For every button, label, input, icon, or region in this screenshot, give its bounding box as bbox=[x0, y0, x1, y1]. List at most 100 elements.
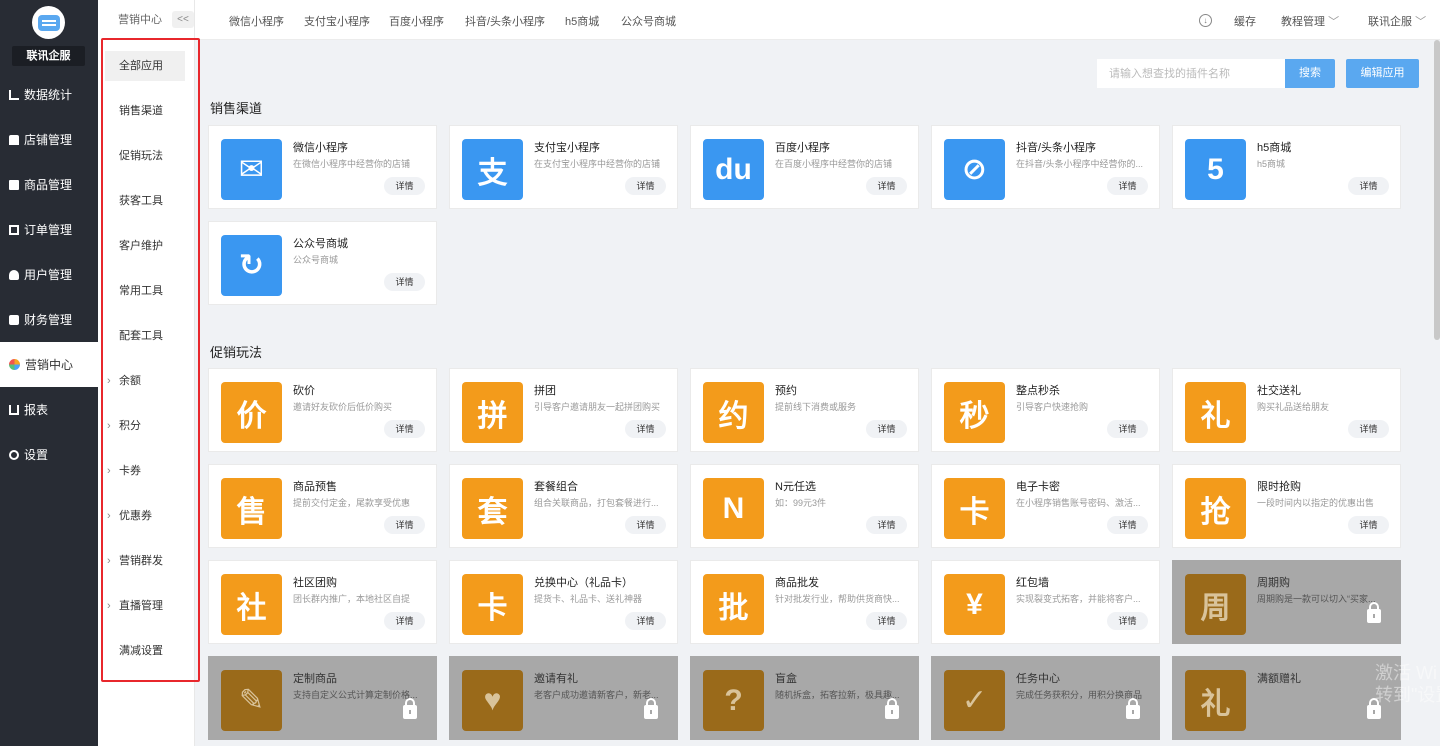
nav-item[interactable]: 店铺管理 bbox=[0, 117, 98, 162]
download-icon[interactable]: ↓ bbox=[1199, 14, 1212, 27]
channel-tab[interactable]: 百度小程序 bbox=[389, 13, 444, 29]
app-card[interactable]: ♥ 邀请有礼 老客户成功邀请新客户，新老... bbox=[449, 656, 678, 740]
detail-button[interactable]: 详情 bbox=[625, 516, 666, 534]
nav-item-label: 报表 bbox=[24, 403, 49, 417]
app-name: 支付宝小程序 bbox=[534, 142, 600, 154]
channel-tab[interactable]: h5商城 bbox=[565, 13, 599, 29]
app-icon: 礼 bbox=[1185, 382, 1246, 443]
detail-button[interactable]: 详情 bbox=[1348, 516, 1389, 534]
app-card[interactable]: 社 社区团购 团长群内推广，本地社区自提 详情 bbox=[208, 560, 437, 644]
detail-button[interactable]: 详情 bbox=[1348, 420, 1389, 438]
detail-button[interactable]: 详情 bbox=[866, 612, 907, 630]
app-name: 满额赠礼 bbox=[1257, 673, 1301, 685]
collapse-sidebar-button[interactable]: << bbox=[172, 11, 194, 28]
edit-apps-button[interactable]: 编辑应用 bbox=[1346, 59, 1419, 88]
app-card[interactable]: 批 商品批发 针对批发行业，帮助供货商快... 详情 bbox=[690, 560, 919, 644]
search-button[interactable]: 搜索 bbox=[1285, 59, 1335, 88]
submenu-item[interactable]: › 余额 bbox=[105, 366, 185, 411]
app-card[interactable]: ↻ 公众号商城 公众号商城 详情 bbox=[208, 221, 437, 305]
detail-button[interactable]: 详情 bbox=[866, 516, 907, 534]
detail-button[interactable]: 详情 bbox=[1107, 516, 1148, 534]
nav-item[interactable]: 营销中心 bbox=[0, 342, 98, 387]
submenu-item[interactable]: 全部应用 bbox=[105, 51, 185, 81]
account-menu[interactable]: 联讯企服 ﹀ bbox=[1368, 13, 1426, 29]
secondary-sidebar-title: 营销中心 bbox=[118, 14, 162, 26]
nav-item[interactable]: 报表 bbox=[0, 387, 98, 432]
app-card[interactable]: 5 h5商城 h5商城 详情 bbox=[1172, 125, 1401, 209]
app-card[interactable]: N N元任选 如：99元3件 详情 bbox=[690, 464, 919, 548]
detail-button[interactable]: 详情 bbox=[384, 420, 425, 438]
tutorial-menu[interactable]: 教程管理 ﹀ bbox=[1281, 13, 1339, 29]
channel-tab[interactable]: 微信小程序 bbox=[229, 13, 284, 29]
submenu-item[interactable]: › 卡券 bbox=[105, 456, 185, 501]
app-name: 社区团购 bbox=[293, 577, 337, 589]
submenu-item-label: 获客工具 bbox=[119, 195, 163, 207]
app-card[interactable]: 拼 拼团 引导客户邀请朋友一起拼团购买 详情 bbox=[449, 368, 678, 452]
app-card[interactable]: 约 预约 提前线下消费或服务 详情 bbox=[690, 368, 919, 452]
detail-button[interactable]: 详情 bbox=[384, 273, 425, 291]
nav-item[interactable]: 商品管理 bbox=[0, 162, 98, 207]
app-card[interactable]: ? 盲盒 随机拆盒，拓客拉新，极具趣... bbox=[690, 656, 919, 740]
submenu-item[interactable]: 获客工具 bbox=[105, 186, 185, 231]
cache-link[interactable]: 缓存 bbox=[1234, 13, 1256, 29]
app-name: 盲盒 bbox=[775, 673, 797, 685]
submenu-item[interactable]: › 营销群发 bbox=[105, 546, 185, 591]
scrollbar[interactable] bbox=[1434, 40, 1440, 340]
app-card[interactable]: 周周期购 周期购是一款可以切入“买家... bbox=[1172, 560, 1401, 644]
app-card[interactable]: 秒 整点秒杀 引导客户快速抢购 详情 bbox=[931, 368, 1160, 452]
nav-item[interactable]: 数据统计 bbox=[0, 72, 98, 117]
submenu-item[interactable]: 常用工具 bbox=[105, 276, 185, 321]
submenu-item-label: 客户维护 bbox=[119, 240, 163, 252]
nav-item[interactable]: 财务管理 bbox=[0, 297, 98, 342]
app-card[interactable]: 礼 满额赠礼 bbox=[1172, 656, 1401, 740]
app-icon-glyph: 支 bbox=[477, 156, 508, 190]
app-card[interactable]: ✎ 定制商品 支持自定义公式计算定制价格... bbox=[208, 656, 437, 740]
submenu-item[interactable]: › 积分 bbox=[105, 411, 185, 456]
app-card[interactable]: 价 砍价 邀请好友砍价后低价购买 详情 bbox=[208, 368, 437, 452]
submenu-item[interactable]: › 优惠券 bbox=[105, 501, 185, 546]
detail-button[interactable]: 详情 bbox=[384, 177, 425, 195]
app-name: 抖音/头条小程序 bbox=[1016, 142, 1097, 154]
nav-item[interactable]: 订单管理 bbox=[0, 207, 98, 252]
detail-button[interactable]: 详情 bbox=[625, 177, 666, 195]
detail-button[interactable]: 详情 bbox=[1107, 420, 1148, 438]
submenu-item[interactable]: 客户维护 bbox=[105, 231, 185, 276]
app-card[interactable]: 套 套餐组合 组合关联商品，打包套餐进行... 详情 bbox=[449, 464, 678, 548]
submenu-item[interactable]: › 直播管理 bbox=[105, 591, 185, 636]
nav-item-label: 财务管理 bbox=[24, 313, 73, 327]
detail-button[interactable]: 详情 bbox=[866, 420, 907, 438]
app-icon-glyph: 售 bbox=[236, 495, 267, 529]
submenu-item[interactable]: 满减设置 bbox=[105, 636, 185, 681]
app-card[interactable]: 支 支付宝小程序 在支付宝小程序中经营你的店铺 详情 bbox=[449, 125, 678, 209]
detail-button[interactable]: 详情 bbox=[1348, 177, 1389, 195]
app-card[interactable]: 礼 社交送礼 购买礼品送给朋友 详情 bbox=[1172, 368, 1401, 452]
app-card[interactable]: ⊘ 抖音/头条小程序 在抖音/头条小程序中经营你的... 详情 bbox=[931, 125, 1160, 209]
app-card[interactable]: 卡 电子卡密 在小程序销售账号密码、激活... 详情 bbox=[931, 464, 1160, 548]
detail-button[interactable]: 详情 bbox=[1107, 612, 1148, 630]
logo-icon[interactable] bbox=[32, 6, 65, 39]
detail-button[interactable]: 详情 bbox=[384, 612, 425, 630]
submenu-item[interactable]: 配套工具 bbox=[105, 321, 185, 366]
channel-tab[interactable]: 公众号商城 bbox=[621, 13, 676, 29]
app-icon: 抢 bbox=[1185, 478, 1246, 539]
channel-tab[interactable]: 抖音/头条小程序 bbox=[465, 13, 545, 29]
app-card[interactable]: ✓ 任务中心 完成任务获积分，用积分换商品 bbox=[931, 656, 1160, 740]
report-icon bbox=[9, 404, 19, 415]
submenu-item[interactable]: 销售渠道 bbox=[105, 96, 185, 141]
detail-button[interactable]: 详情 bbox=[625, 420, 666, 438]
detail-button[interactable]: 详情 bbox=[625, 612, 666, 630]
app-card[interactable]: 售 商品预售 提前交付定金，尾款享受优惠 详情 bbox=[208, 464, 437, 548]
app-card[interactable]: ✉ 微信小程序 在微信小程序中经营你的店铺 详情 bbox=[208, 125, 437, 209]
app-card[interactable]: du 百度小程序 在百度小程序中经营你的店铺 详情 bbox=[690, 125, 919, 209]
nav-item[interactable]: 用户管理 bbox=[0, 252, 98, 297]
app-card[interactable]: ¥ 红包墙 实现裂变式拓客，并能将客户... 详情 bbox=[931, 560, 1160, 644]
detail-button[interactable]: 详情 bbox=[866, 177, 907, 195]
plugin-search-input[interactable] bbox=[1097, 59, 1285, 88]
app-card[interactable]: 卡 兑换中心（礼品卡） 提货卡、礼品卡、送礼神器 详情 bbox=[449, 560, 678, 644]
channel-tab[interactable]: 支付宝小程序 bbox=[304, 13, 370, 29]
detail-button[interactable]: 详情 bbox=[1107, 177, 1148, 195]
nav-item[interactable]: 设置 bbox=[0, 432, 98, 477]
app-card[interactable]: 抢 限时抢购 一段时间内以指定的优惠出售 详情 bbox=[1172, 464, 1401, 548]
detail-button[interactable]: 详情 bbox=[384, 516, 425, 534]
submenu-item[interactable]: 促销玩法 bbox=[105, 141, 185, 186]
